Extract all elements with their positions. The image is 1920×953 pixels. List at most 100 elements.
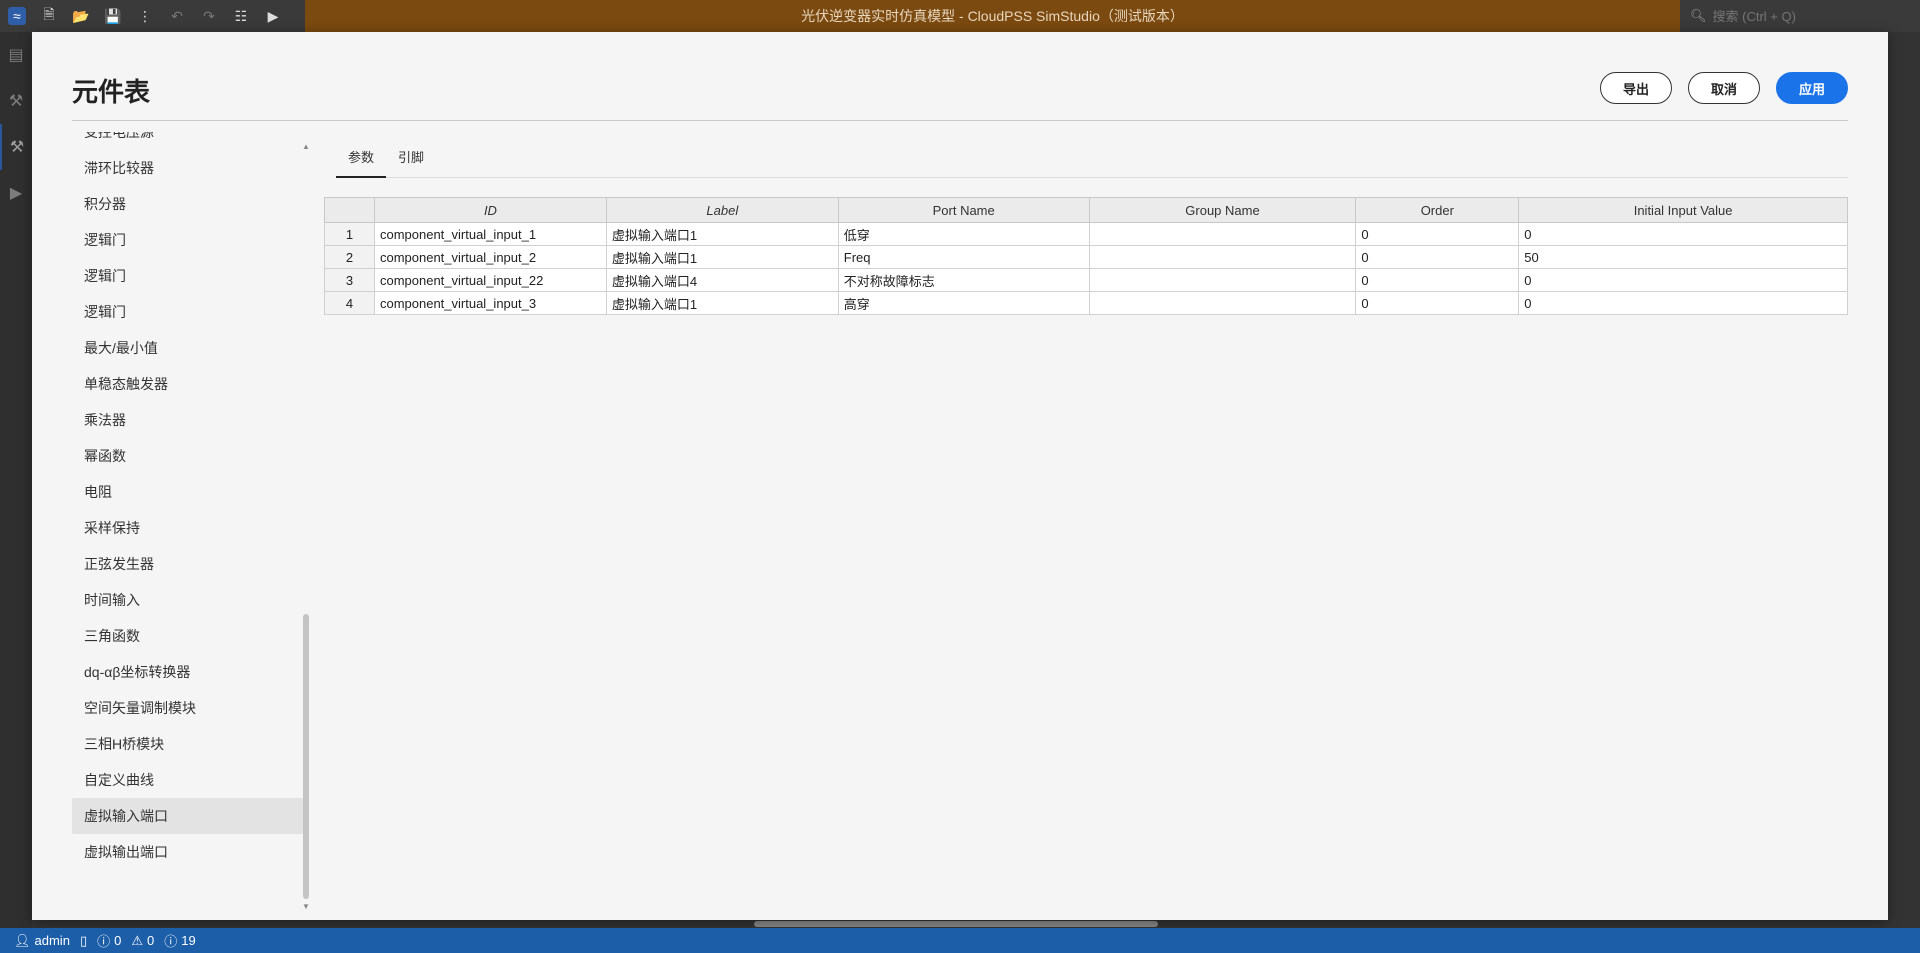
component-list-item[interactable]: 逻辑门 bbox=[72, 294, 308, 330]
more-icon[interactable]: ⋮ bbox=[136, 7, 154, 25]
cell-port-name[interactable]: 低穿 bbox=[837, 222, 1090, 246]
row-number: 4 bbox=[324, 291, 375, 315]
component-list-item[interactable]: 逻辑门 bbox=[72, 258, 308, 294]
cell-order[interactable]: 0 bbox=[1355, 268, 1520, 292]
cell-group-name[interactable] bbox=[1088, 245, 1357, 269]
device-icon[interactable]: ▯ bbox=[80, 933, 87, 949]
cell-port-name[interactable]: Freq bbox=[837, 245, 1090, 269]
search-box[interactable]: 🔍︎ bbox=[1680, 0, 1920, 32]
list-scrollbar[interactable]: ▲ ▼ bbox=[302, 142, 310, 912]
component-list-item[interactable]: 虚拟输出端口 bbox=[72, 834, 308, 870]
component-list-item[interactable]: 空间矢量调制模块 bbox=[72, 690, 308, 726]
dialog-title: 元件表 bbox=[72, 77, 151, 107]
status-bar: 👤︎ admin ▯ ⓘ 0 ⚠︎ 0 ⓘ 19 bbox=[0, 928, 1920, 953]
app-logo-icon[interactable]: ≈ bbox=[8, 7, 26, 25]
component-list-item[interactable]: 乘法器 bbox=[72, 402, 308, 438]
cell-id[interactable]: component_virtual_input_22 bbox=[373, 268, 607, 292]
component-list-item[interactable]: 时间输入 bbox=[72, 582, 308, 618]
search-input[interactable] bbox=[1712, 8, 1893, 24]
col-label[interactable]: Label bbox=[605, 197, 839, 223]
run-icon[interactable]: ▶ bbox=[264, 7, 282, 25]
component-list-item[interactable]: 自定义曲线 bbox=[72, 762, 308, 798]
component-list-item[interactable]: 虚拟输入端口 bbox=[72, 798, 308, 834]
table-header-row: ID Label Port Name Group Name Order Init… bbox=[324, 197, 1848, 223]
cell-initial-value[interactable]: 0 bbox=[1518, 291, 1848, 315]
toolbar: ≈ 🗎 📂 💾 ⋮ ↶ ↷ ☷ ▶ bbox=[0, 0, 305, 32]
app-title: 光伏逆变器实时仿真模型 - CloudPSS SimStudio（测试版本） bbox=[801, 8, 1184, 24]
component-list-item[interactable]: 最大/最小值 bbox=[72, 330, 308, 366]
component-list-item[interactable]: 逻辑门 bbox=[72, 222, 308, 258]
redo-icon[interactable]: ↷ bbox=[200, 7, 218, 25]
component-list-item[interactable]: 受控电压源 bbox=[72, 132, 308, 150]
user-status[interactable]: 👤︎ admin bbox=[14, 933, 70, 949]
title-bar: ≈ 🗎 📂 💾 ⋮ ↶ ↷ ☷ ▶ 光伏逆变器实时仿真模型 - CloudPSS… bbox=[0, 0, 1920, 32]
warning-icon: ⚠︎ bbox=[131, 932, 143, 948]
cell-label[interactable]: 虚拟输入端口1 bbox=[605, 245, 839, 269]
list-scroll-thumb[interactable] bbox=[303, 614, 309, 899]
component-list-item[interactable]: 幂函数 bbox=[72, 438, 308, 474]
checklist-icon[interactable]: ☷ bbox=[232, 7, 250, 25]
save-icon[interactable]: 💾 bbox=[104, 7, 122, 25]
col-group-name[interactable]: Group Name bbox=[1088, 197, 1357, 223]
component-list-item[interactable]: 采样保持 bbox=[72, 510, 308, 546]
param-table: ID Label Port Name Group Name Order Init… bbox=[324, 197, 1848, 315]
dialog-divider bbox=[72, 120, 1848, 121]
cell-initial-value[interactable]: 0 bbox=[1518, 222, 1848, 246]
component-list-item[interactable]: 单稳态触发器 bbox=[72, 366, 308, 402]
row-number: 1 bbox=[324, 222, 375, 246]
cell-initial-value[interactable]: 0 bbox=[1518, 268, 1848, 292]
user-icon: 👤︎ bbox=[14, 932, 31, 948]
cell-initial-value[interactable]: 50 bbox=[1518, 245, 1848, 269]
info-count[interactable]: ⓘ 19 bbox=[164, 931, 195, 950]
component-list-item[interactable]: 正弦发生器 bbox=[72, 546, 308, 582]
warning-count[interactable]: ⚠︎ 0 bbox=[131, 933, 154, 949]
col-order[interactable]: Order bbox=[1355, 197, 1520, 223]
error-icon: ⓘ bbox=[97, 934, 111, 949]
cell-label[interactable]: 虚拟输入端口4 bbox=[605, 268, 839, 292]
cell-order[interactable]: 0 bbox=[1355, 291, 1520, 315]
canvas-scrollbar[interactable] bbox=[754, 921, 1158, 927]
col-rownum bbox=[324, 197, 375, 223]
component-list-item[interactable]: 三相H桥模块 bbox=[72, 726, 308, 762]
param-table-wrap: ID Label Port Name Group Name Order Init… bbox=[324, 197, 1848, 315]
cell-group-name[interactable] bbox=[1088, 268, 1357, 292]
component-list-item[interactable]: 电阻 bbox=[72, 474, 308, 510]
cell-label[interactable]: 虚拟输入端口1 bbox=[605, 291, 839, 315]
dialog-actions: 导出 取消 应用 bbox=[1600, 72, 1848, 104]
col-port-name[interactable]: Port Name bbox=[837, 197, 1090, 223]
search-icon: 🔍︎ bbox=[1690, 8, 1707, 23]
error-count[interactable]: ⓘ 0 bbox=[97, 931, 121, 950]
component-list-item[interactable]: dq-αβ坐标转换器 bbox=[72, 654, 308, 690]
new-file-icon[interactable]: 🗎 bbox=[40, 6, 58, 25]
component-list-item[interactable]: 积分器 bbox=[72, 186, 308, 222]
cell-id[interactable]: component_virtual_input_3 bbox=[373, 291, 607, 315]
scroll-down-icon[interactable]: ▼ bbox=[302, 902, 310, 911]
apply-button[interactable]: 应用 bbox=[1776, 72, 1848, 104]
cell-order[interactable]: 0 bbox=[1355, 222, 1520, 246]
cell-port-name[interactable]: 不对称故障标志 bbox=[837, 268, 1090, 292]
export-button[interactable]: 导出 bbox=[1600, 72, 1672, 104]
table-row[interactable]: 4 component_virtual_input_3 虚拟输入端口1 高穿 0 0 bbox=[324, 291, 1848, 315]
col-initial-value[interactable]: Initial Input Value bbox=[1518, 197, 1848, 223]
cell-group-name[interactable] bbox=[1088, 222, 1357, 246]
tab-pins[interactable]: 引脚 bbox=[386, 140, 436, 178]
cell-id[interactable]: component_virtual_input_2 bbox=[373, 245, 607, 269]
table-row[interactable]: 3 component_virtual_input_22 虚拟输入端口4 不对称故障标… bbox=[324, 268, 1848, 292]
cell-id[interactable]: component_virtual_input_1 bbox=[373, 222, 607, 246]
undo-icon[interactable]: ↶ bbox=[168, 7, 186, 25]
table-row[interactable]: 1 component_virtual_input_1 虚拟输入端口1 低穿 0 0 bbox=[324, 222, 1848, 246]
cell-label[interactable]: 虚拟输入端口1 bbox=[605, 222, 839, 246]
cell-port-name[interactable]: 高穿 bbox=[837, 291, 1090, 315]
cell-group-name[interactable] bbox=[1088, 291, 1357, 315]
tab-params[interactable]: 参数 bbox=[336, 140, 387, 178]
open-folder-icon[interactable]: 📂 bbox=[72, 7, 90, 25]
table-row[interactable]: 2 component_virtual_input_2 虚拟输入端口1 Freq 0 50 bbox=[324, 245, 1848, 269]
col-id[interactable]: ID bbox=[373, 197, 607, 223]
cell-order[interactable]: 0 bbox=[1355, 245, 1520, 269]
scroll-up-icon[interactable]: ▲ bbox=[302, 142, 310, 151]
component-list-item[interactable]: 三角函数 bbox=[72, 618, 308, 654]
component-table-dialog: 元件表 导出 取消 应用 受控电压源 滞环比较器 积分器 逻辑门 逻辑门 逻辑门 最大/最小… bbox=[32, 32, 1888, 920]
component-list-item[interactable]: 滞环比较器 bbox=[72, 150, 308, 186]
user-name: admin bbox=[34, 933, 70, 948]
cancel-button[interactable]: 取消 bbox=[1688, 72, 1760, 104]
